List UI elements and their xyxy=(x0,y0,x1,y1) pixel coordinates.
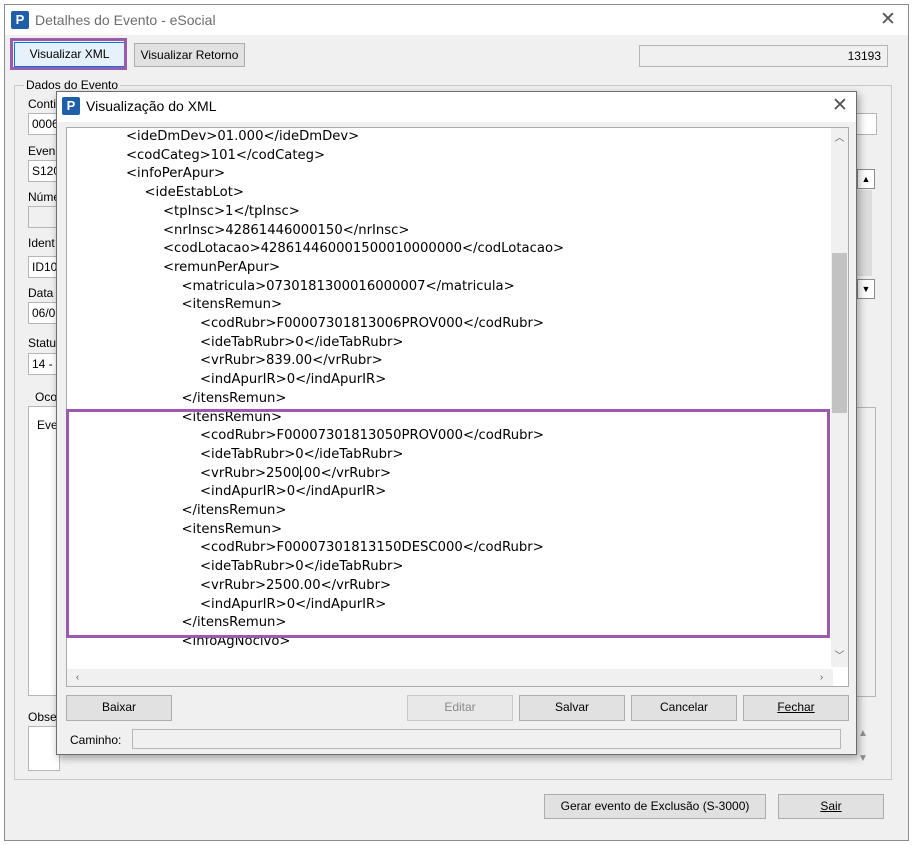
close-button-label: Fechar xyxy=(777,700,815,714)
xml-line: <tpInsc>1</tpInsc> xyxy=(163,203,300,219)
xml-line: <itensRemun> xyxy=(181,297,283,313)
obs-scroll-down-icon[interactable]: ▼ xyxy=(856,753,870,767)
view-return-button[interactable]: Visualizar Retorno xyxy=(134,43,245,67)
cancel-button[interactable]: Cancelar xyxy=(631,695,737,721)
dialog-title: Visualização do XML xyxy=(86,98,217,114)
save-button[interactable]: Salvar xyxy=(519,695,625,721)
identifier-label: Ident xyxy=(28,236,55,250)
date-label: Data xyxy=(28,286,54,300)
xml-line: <infoPerApur> xyxy=(126,166,226,182)
occurrences-item: Eve xyxy=(37,418,58,432)
xml-items-highlight xyxy=(66,409,830,638)
close-button[interactable]: Fechar xyxy=(743,695,849,721)
xml-line: </itensRemun> xyxy=(181,390,287,406)
xml-line: <ideTabRubr>0</ideTabRubr> xyxy=(200,334,404,350)
event-data-group-title: Dados do Evento xyxy=(24,78,121,92)
exit-button[interactable]: Sair xyxy=(778,794,884,819)
occurrences-tab[interactable]: Oco xyxy=(35,390,57,404)
window-title: Detalhes do Evento - eSocial xyxy=(35,12,216,28)
scroll-down-arrow-icon[interactable]: ﹀ xyxy=(831,648,848,665)
dialog-app-logo: P xyxy=(62,97,80,115)
path-label: Caminho: xyxy=(70,733,122,747)
xml-line: <codLotacao>428614460001500010000000</co… xyxy=(163,241,565,257)
event-number-field: 13193 xyxy=(639,45,888,67)
view-xml-highlight xyxy=(10,38,127,70)
occurrences-panel-right-edge xyxy=(856,407,876,697)
scroll-down-icon[interactable]: ▼ xyxy=(857,279,875,299)
status-label: Statu xyxy=(28,336,57,350)
xml-line: <matricula>0730181300016000007</matricul… xyxy=(181,278,515,294)
scroll-right-arrow-icon[interactable]: › xyxy=(813,669,830,686)
contributor-label: Conti xyxy=(28,97,57,111)
scroll-left-arrow-icon[interactable]: ‹ xyxy=(69,669,86,686)
title-bar: P Detalhes do Evento - eSocial ✕ xyxy=(5,5,908,35)
download-button[interactable]: Baixar xyxy=(66,695,172,721)
vertical-scroll-thumb[interactable] xyxy=(832,253,847,413)
path-field xyxy=(132,729,841,749)
side-scrollbar[interactable] xyxy=(856,190,872,276)
edit-button: Editar xyxy=(407,695,513,721)
event-label: Even xyxy=(28,144,56,158)
scroll-up-arrow-icon[interactable]: ︿ xyxy=(831,130,848,147)
xml-line: <codCateg>101</codCateg> xyxy=(126,147,326,163)
xml-line: <indApurIR>0</indApurIR> xyxy=(200,372,387,388)
dialog-close-icon[interactable]: ✕ xyxy=(825,92,855,120)
xml-horizontal-scrollbar[interactable]: ‹ › xyxy=(67,669,833,686)
xml-line: <ideDmDev>01.000</ideDmDev> xyxy=(126,129,360,144)
dialog-title-bar: P Visualização do XML ✕ xyxy=(57,92,856,122)
xml-line: <vrRubr>839.00</vrRubr> xyxy=(200,353,383,369)
xml-line: <remunPerApur> xyxy=(163,259,281,275)
close-icon[interactable]: ✕ xyxy=(873,6,903,34)
xml-line: <ideEstabLot> xyxy=(144,185,244,201)
app-logo: P xyxy=(11,11,29,29)
obs-scroll-up-icon[interactable]: ▲ xyxy=(856,728,870,742)
xml-vertical-scrollbar[interactable]: ︿ ﹀ xyxy=(831,128,848,667)
generate-exclusion-button[interactable]: Gerar evento de Exclusão (S-3000) xyxy=(544,794,766,819)
xml-line: <codRubr>F00007301813006PROV000</codRubr… xyxy=(200,316,544,331)
xml-line: <nrInsc>42861446000150</nrInsc> xyxy=(163,222,410,238)
contributor-field-right-edge xyxy=(855,113,877,135)
observation-label: Obse xyxy=(28,710,57,724)
scroll-up-icon[interactable]: ▲ xyxy=(857,169,875,189)
